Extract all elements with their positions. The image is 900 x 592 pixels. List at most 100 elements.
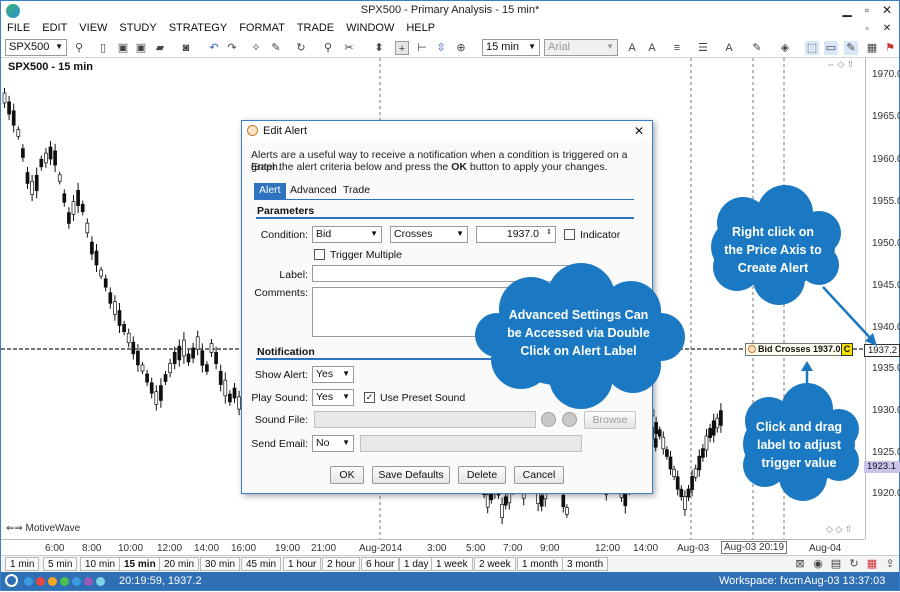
minimize-icon[interactable]: ▁	[839, 3, 855, 18]
status-dot-orange-icon[interactable]	[48, 577, 57, 586]
maximize-icon[interactable]: ▫	[859, 3, 875, 18]
alert-label[interactable]: Bid Crosses 1937.0	[745, 343, 845, 356]
status-dot-blue-icon[interactable]	[24, 577, 33, 586]
menu-view[interactable]: VIEW	[73, 21, 113, 34]
alert-price-tag[interactable]: 1937.2	[864, 344, 900, 357]
status-dot-red-icon[interactable]	[36, 577, 45, 586]
tab-advanced[interactable]: Advanced	[285, 183, 342, 199]
timeframe-1month[interactable]: 1 month	[517, 557, 564, 571]
crosshair-icon[interactable]: +	[395, 41, 409, 55]
timeframe-15min[interactable]: 15 min	[119, 557, 161, 571]
timeframe-30min[interactable]: 30 min	[200, 557, 241, 571]
time-axis[interactable]: 6:00 8:00 10:00 12:00 14:00 16:00 19:00 …	[1, 539, 865, 555]
refresh-icon[interactable]: ↻	[847, 557, 861, 571]
calendar-icon[interactable]: ▦	[865, 557, 879, 571]
status-dot-purple-icon[interactable]	[84, 577, 93, 586]
comment-icon[interactable]: ▭	[824, 41, 838, 55]
status-dot-green-icon[interactable]	[60, 577, 69, 586]
tab-alert[interactable]: Alert	[254, 183, 286, 199]
scissors-icon[interactable]: ✂	[342, 41, 356, 55]
timeframe-45min[interactable]: 45 min	[241, 557, 282, 571]
timeframe-1week[interactable]: 1 week	[431, 557, 473, 571]
send-email-select[interactable]: No ▼	[312, 435, 354, 452]
menu-window[interactable]: WINDOW	[340, 21, 400, 34]
alert-badge[interactable]: C	[841, 343, 853, 356]
delete-button[interactable]: Delete	[458, 466, 506, 484]
play-sound-icon[interactable]	[541, 412, 556, 427]
status-dot-cyan-icon[interactable]	[96, 577, 105, 586]
dialog-close-icon[interactable]: ✕	[634, 124, 644, 138]
close-icon[interactable]: ✕	[879, 3, 895, 18]
workspace-label[interactable]: Workspace: fxcm	[719, 575, 803, 587]
chart-pane-controls-icon[interactable]: ⇔ ◇ ⇧	[826, 59, 854, 70]
redo-icon[interactable]: ↷	[225, 41, 239, 55]
wand-icon[interactable]: ✧	[249, 41, 263, 55]
status-dot-blue2-icon[interactable]	[72, 577, 81, 586]
font-size-up-icon[interactable]: A	[625, 41, 639, 55]
text-color-icon[interactable]: A	[722, 41, 736, 55]
timeframe-1day[interactable]: 1 day	[399, 557, 434, 571]
timeframe-3month[interactable]: 3 month	[562, 557, 609, 571]
menu-format[interactable]: FORMAT	[233, 21, 291, 34]
symbol-select[interactable]: SPX500 ▼	[5, 39, 67, 56]
fit-vertical-icon[interactable]: ⇳	[434, 41, 448, 55]
pan-icon[interactable]: ⬍	[372, 41, 386, 55]
menu-study[interactable]: STUDY	[113, 21, 162, 34]
timeframe-20min[interactable]: 20 min	[159, 557, 200, 571]
chart-pane-bottom-controls-icon[interactable]: ◇ ◇ ⇧	[826, 524, 852, 535]
timeframe-select[interactable]: 15 min ▼	[482, 39, 540, 56]
mdi-restore-icon[interactable]: ▫	[859, 21, 875, 36]
camera-icon[interactable]: ◙	[179, 41, 193, 55]
timeframe-2week[interactable]: 2 week	[474, 557, 516, 571]
timeframe-6hour[interactable]: 6 hour	[361, 557, 400, 571]
lasso-icon[interactable]: ↻	[294, 41, 308, 55]
menu-help[interactable]: HELP	[400, 21, 441, 34]
menu-trade[interactable]: TRADE	[291, 21, 340, 34]
line-color-icon[interactable]: ✎	[750, 41, 764, 55]
menu-file[interactable]: FILE	[1, 21, 36, 34]
link-icon[interactable]: ⊕	[454, 41, 468, 55]
zoom-icon[interactable]: ⚲	[321, 41, 335, 55]
label-input[interactable]	[312, 265, 578, 282]
save-as-icon[interactable]: ▣	[134, 41, 148, 55]
pencil-icon[interactable]: ✎	[844, 41, 858, 55]
line-style-icon[interactable]: ≡	[670, 41, 684, 55]
menu-strategy[interactable]: STRATEGY	[163, 21, 233, 34]
font-select[interactable]: Arial ▼	[544, 39, 618, 56]
ok-button[interactable]: OK	[330, 466, 364, 484]
chart-type-icon[interactable]: ⊠	[793, 557, 807, 571]
timeframe-10min[interactable]: 10 min	[80, 557, 121, 571]
tab-trade[interactable]: Trade	[338, 183, 375, 199]
connection-icon[interactable]	[5, 574, 18, 587]
mdi-close-icon[interactable]: ✕	[879, 21, 895, 36]
indicator-checkbox[interactable]	[564, 229, 575, 240]
timeframe-1hour[interactable]: 1 hour	[283, 557, 322, 571]
save-icon[interactable]: ▣	[116, 41, 130, 55]
alert-icon[interactable]: ⚑	[883, 41, 897, 55]
export-icon[interactable]: ⇪	[883, 557, 897, 571]
menu-edit[interactable]: EDIT	[36, 21, 73, 34]
condition-operator-select[interactable]: Crosses ▼	[390, 226, 468, 243]
ruler-icon[interactable]: ⊢	[415, 41, 429, 55]
browse-button[interactable]: Browse	[584, 411, 636, 429]
search-icon[interactable]: ⚲	[72, 41, 86, 55]
timeframe-1min[interactable]: 1 min	[5, 557, 40, 571]
timeframe-2hour[interactable]: 2 hour	[322, 557, 361, 571]
undo-icon[interactable]: ↶	[207, 41, 221, 55]
condition-source-select[interactable]: Bid ▼	[312, 226, 382, 243]
condition-value-spinner[interactable]: 1937.0 ⇕	[476, 226, 556, 243]
fill-color-icon[interactable]: ◈	[778, 41, 792, 55]
eye-icon[interactable]: ◉	[811, 557, 825, 571]
show-alert-select[interactable]: Yes ▼	[312, 366, 354, 383]
font-size-down-icon[interactable]: A	[645, 41, 659, 55]
properties-icon[interactable]: ▤	[829, 557, 843, 571]
save-defaults-button[interactable]: Save Defaults	[372, 466, 450, 484]
cancel-button[interactable]: Cancel	[514, 466, 564, 484]
play-sound-select[interactable]: Yes ▼	[312, 389, 354, 406]
chart-settings-icon[interactable]: ▦	[865, 41, 879, 55]
line-width-icon[interactable]: ☰	[696, 41, 710, 55]
snap-icon[interactable]: ⬚	[805, 41, 819, 55]
timeframe-5min[interactable]: 5 min	[43, 557, 78, 571]
open-folder-icon[interactable]: ▰	[153, 41, 167, 55]
email-address-input[interactable]	[360, 435, 582, 452]
